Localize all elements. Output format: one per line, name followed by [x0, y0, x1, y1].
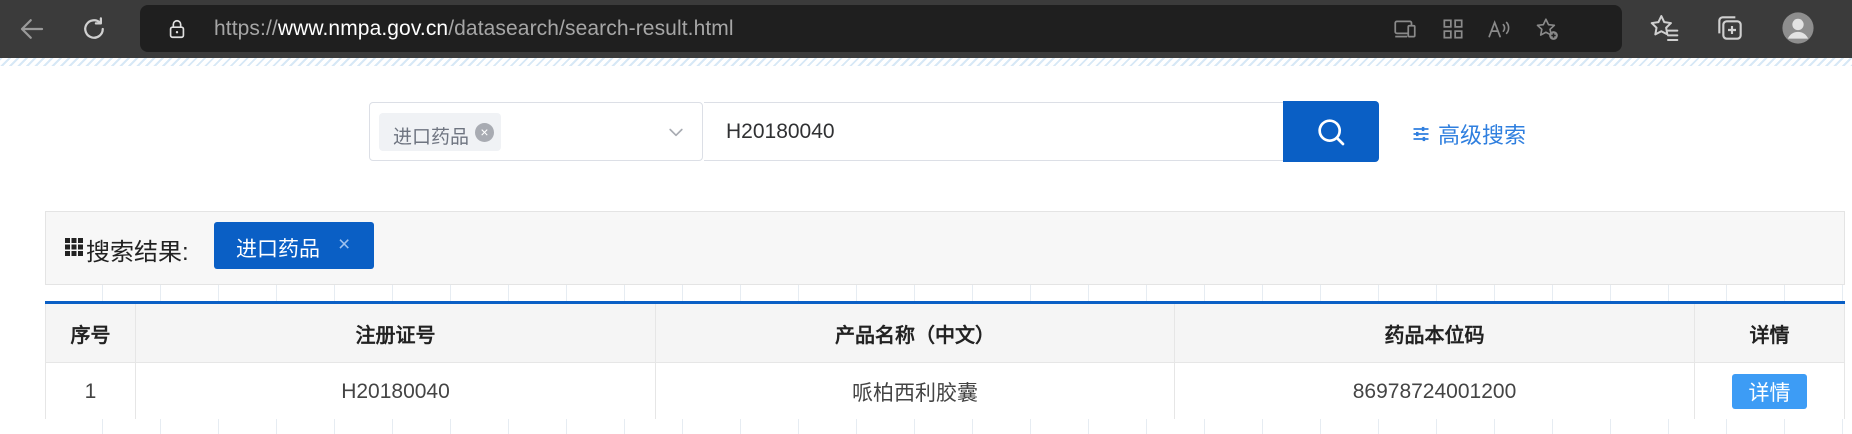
detail-button[interactable]: 详情 — [1732, 374, 1807, 409]
results-table: 序号 注册证号 产品名称（中文） 药品本位码 详情 1 H20180040 哌柏… — [45, 301, 1845, 421]
table-header-row: 序号 注册证号 产品名称（中文） 药品本位码 详情 — [45, 304, 1845, 363]
results-label: 搜索结果: — [86, 239, 189, 266]
active-filter-label: 进口药品 — [236, 238, 320, 261]
refresh-button[interactable] — [74, 9, 114, 49]
browser-toolbar: https://www.nmpa.gov.cn/datasearch/searc… — [0, 0, 1852, 58]
cell-product-name: 哌柏西利胶囊 — [656, 363, 1175, 421]
search-button[interactable] — [1283, 101, 1379, 162]
tag-close-icon[interactable]: × — [475, 123, 494, 142]
qr-code-icon[interactable] — [1440, 16, 1466, 42]
favorites-icon[interactable] — [1648, 12, 1680, 44]
app-available-icon[interactable] — [1392, 16, 1418, 42]
header-stripe — [0, 58, 1852, 66]
collections-icon[interactable] — [1714, 12, 1746, 44]
back-button[interactable] — [12, 9, 52, 49]
search-input-value[interactable]: H20180040 — [726, 120, 835, 144]
results-bar: 搜索结果: 进口药品 × — [45, 211, 1845, 285]
lock-icon[interactable] — [166, 18, 188, 40]
background-grid — [45, 285, 1845, 301]
search-input[interactable]: H20180040 — [704, 102, 1284, 161]
filter-close-icon[interactable]: × — [338, 233, 350, 257]
add-favorite-icon[interactable] — [1534, 16, 1560, 42]
address-bar[interactable]: https://www.nmpa.gov.cn/datasearch/searc… — [140, 5, 1622, 52]
cell-drug-code: 86978724001200 — [1175, 363, 1695, 421]
category-tag: 进口药品 × — [379, 113, 501, 151]
header-drug-code: 药品本位码 — [1175, 304, 1695, 363]
category-tag-label: 进口药品 — [393, 127, 470, 148]
header-registration-number: 注册证号 — [136, 304, 656, 363]
refresh-icon — [84, 17, 104, 39]
advanced-search-link[interactable]: 高级搜索 — [1411, 118, 1526, 150]
sliders-icon — [1413, 126, 1429, 142]
advanced-search-label[interactable]: 高级搜索 — [1438, 118, 1526, 150]
read-aloud-icon[interactable] — [1486, 16, 1512, 42]
cell-registration-number: H20180040 — [136, 363, 656, 421]
table-row: 1 H20180040 哌柏西利胶囊 86978724001200 详情 — [45, 363, 1845, 421]
header-detail: 详情 — [1695, 304, 1845, 363]
cell-index: 1 — [45, 363, 136, 421]
header-product-name: 产品名称（中文） — [656, 304, 1175, 363]
category-select[interactable]: 进口药品 × — [369, 102, 703, 161]
chevron-down-icon[interactable] — [666, 122, 686, 142]
search-icon — [1318, 118, 1345, 145]
background-grid-bottom — [45, 419, 1845, 434]
profile-avatar-icon[interactable] — [1781, 11, 1815, 45]
cell-detail: 详情 — [1695, 363, 1845, 421]
header-index: 序号 — [45, 304, 136, 363]
back-arrow-icon — [20, 19, 44, 39]
url-text[interactable]: https://www.nmpa.gov.cn/datasearch/searc… — [214, 17, 734, 41]
active-filter-chip[interactable]: 进口药品 × — [214, 222, 374, 269]
grid-icon — [65, 238, 83, 256]
